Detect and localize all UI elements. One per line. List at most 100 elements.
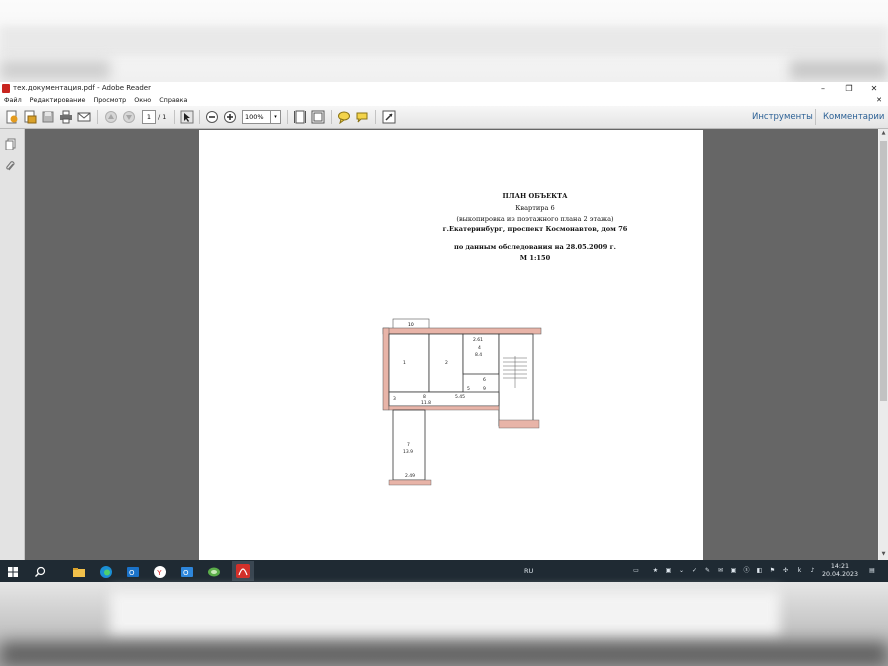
- create-pdf-icon[interactable]: [5, 110, 19, 124]
- menu-bar: Файл Редактирование Просмотр Окно Справка ✕: [0, 95, 888, 106]
- plan-wall: [382, 327, 390, 411]
- outlook-icon-2[interactable]: O: [180, 564, 194, 578]
- plan-label: 13.9: [403, 449, 413, 455]
- plan-wall: [388, 405, 500, 411]
- search-icon[interactable]: [33, 564, 47, 578]
- svg-text:O: O: [183, 569, 189, 577]
- page-total-label: / 1: [158, 113, 167, 121]
- zoom-level-input[interactable]: 100%: [242, 110, 272, 124]
- toolbar-separator: [331, 110, 332, 124]
- toolbar-separator: [174, 110, 175, 124]
- menu-file[interactable]: Файл: [0, 95, 26, 106]
- svg-text:O: O: [129, 569, 135, 577]
- volume-icon[interactable]: ♪: [808, 566, 817, 576]
- plan-scale: М 1:150: [519, 254, 551, 262]
- toolbar-separator: [97, 110, 98, 124]
- comments-panel-button[interactable]: Комментарии: [823, 112, 884, 122]
- plan-label: 5: [467, 386, 470, 392]
- plan-label: 7: [407, 442, 410, 448]
- windows-taskbar: O Y O RU ▭ ★ ▣ ⌄ ✓ ✎ ✉ ▣ ⓢ ◧ ⚑ ✣ k ♪ 14:…: [0, 560, 888, 582]
- pen-icon[interactable]: ✎: [703, 566, 712, 576]
- clock-time: 14:21: [830, 563, 850, 570]
- page-thumbnails-icon[interactable]: [5, 135, 17, 151]
- system-clock[interactable]: 14:21 20.04.2023: [820, 563, 860, 579]
- plan-label: 8: [423, 394, 426, 400]
- network-icon[interactable]: ◧: [755, 566, 764, 576]
- file-explorer-icon[interactable]: [72, 564, 86, 578]
- zoom-in-icon[interactable]: [223, 110, 237, 124]
- scroll-down-icon[interactable]: ▼: [880, 551, 887, 559]
- tray-app-icon[interactable]: ✣: [781, 566, 790, 576]
- plan-label: 10: [408, 322, 414, 328]
- document-view[interactable]: ПЛАН ОБЪЕКТА Квартира 6 (выкопировка из …: [25, 129, 878, 560]
- plan-room: [388, 333, 430, 393]
- svg-text:Y: Y: [156, 569, 162, 577]
- edge-browser-icon[interactable]: [99, 564, 113, 578]
- yandex-browser-icon[interactable]: Y: [153, 564, 167, 578]
- input-language-indicator[interactable]: RU: [524, 565, 533, 577]
- next-page-icon[interactable]: [122, 110, 136, 124]
- scrollbar-thumb[interactable]: [880, 141, 887, 401]
- page-number-input[interactable]: 1: [142, 110, 156, 124]
- scroll-up-icon[interactable]: ▲: [880, 130, 887, 138]
- kaspersky-icon[interactable]: k: [795, 566, 804, 576]
- fit-width-icon[interactable]: [311, 110, 325, 124]
- document-close-button[interactable]: ✕: [876, 95, 882, 106]
- previous-page-icon[interactable]: [104, 110, 118, 124]
- menu-view[interactable]: Просмотр: [89, 95, 130, 106]
- tools-panel-button[interactable]: Инструменты: [752, 112, 813, 122]
- plan-stairwell: [498, 333, 534, 427]
- blur-band: [110, 590, 780, 636]
- plan-wall: [388, 479, 432, 486]
- plan-apartment: Квартира 6: [515, 204, 555, 212]
- minimize-button[interactable]: –: [812, 82, 834, 95]
- app-icon[interactable]: [207, 564, 221, 578]
- flag-icon[interactable]: ⚑: [768, 566, 777, 576]
- star-icon[interactable]: ★: [651, 566, 660, 576]
- blurred-background-top: [0, 0, 888, 82]
- plan-label: 3: [393, 396, 396, 402]
- attachments-icon[interactable]: [5, 157, 17, 171]
- tray-app-icon[interactable]: ▣: [729, 566, 738, 576]
- tray-app-icon[interactable]: ▣: [664, 566, 673, 576]
- tray-app-icon[interactable]: ✓: [690, 566, 699, 576]
- menu-edit[interactable]: Редактирование: [26, 95, 90, 106]
- menu-help[interactable]: Справка: [155, 95, 191, 106]
- plan-label: 9: [483, 386, 486, 392]
- windows-start-icon[interactable]: [6, 564, 20, 578]
- email-icon[interactable]: [77, 110, 91, 124]
- maximize-button[interactable]: ❐: [838, 82, 860, 95]
- adobe-reader-taskbar-button[interactable]: [232, 561, 254, 581]
- plan-label: 5.45: [455, 394, 465, 400]
- plan-label: 11.8: [421, 400, 431, 406]
- fit-page-icon[interactable]: [293, 110, 307, 124]
- navigation-pane: [0, 129, 25, 560]
- comment-icon[interactable]: [337, 110, 351, 124]
- open-file-icon[interactable]: [23, 110, 37, 124]
- skype-icon[interactable]: ⓢ: [742, 566, 751, 576]
- notifications-icon[interactable]: ▤: [866, 566, 878, 576]
- plan-label: 4: [478, 345, 481, 351]
- plan-heading: ПЛАН ОБЪЕКТА: [502, 192, 568, 200]
- window-title: тех.документация.pdf - Adobe Reader: [13, 84, 151, 92]
- plan-label: 2.61: [473, 337, 483, 343]
- blur-band: [0, 26, 888, 56]
- plan-label: 2.49: [405, 473, 415, 479]
- zoom-dropdown-button[interactable]: ▾: [270, 110, 281, 124]
- keyboard-icon[interactable]: ▭: [630, 566, 642, 576]
- print-icon[interactable]: [59, 110, 73, 124]
- outlook-icon[interactable]: O: [126, 564, 140, 578]
- floor-plan-drawing: 10 1 2 4 8.4 2.61 6 9 5 3 8 11.8 5.45 7 …: [382, 318, 542, 486]
- save-icon[interactable]: [41, 110, 55, 124]
- blur-band: [0, 642, 888, 666]
- menu-window[interactable]: Окно: [130, 95, 155, 106]
- highlight-icon[interactable]: [355, 110, 369, 124]
- vertical-scrollbar[interactable]: ▲ ▼: [879, 129, 888, 560]
- blur-band: [0, 60, 110, 80]
- zoom-out-icon[interactable]: [205, 110, 219, 124]
- expand-icon[interactable]: [382, 110, 396, 124]
- tray-chevron-icon[interactable]: ⌄: [677, 566, 686, 576]
- select-tool-icon[interactable]: [180, 110, 194, 124]
- close-button[interactable]: ✕: [863, 82, 885, 95]
- mail-icon[interactable]: ✉: [716, 566, 725, 576]
